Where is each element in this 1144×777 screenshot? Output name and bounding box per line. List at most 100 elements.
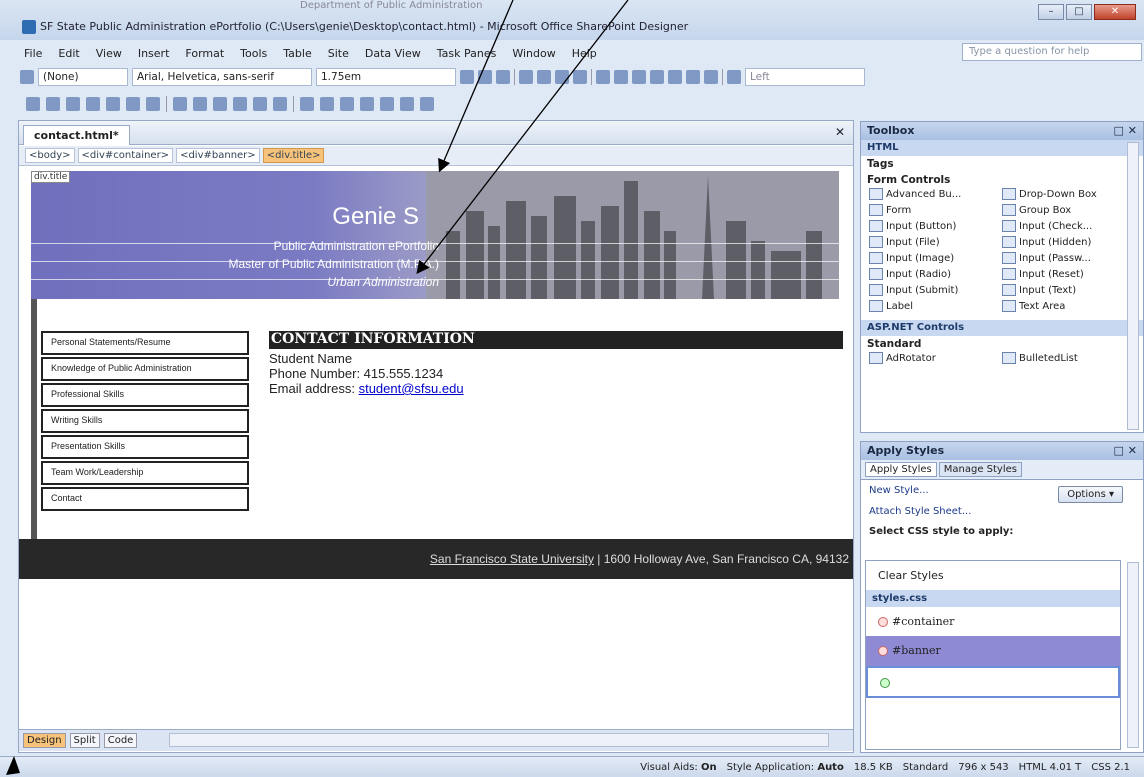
- help-icon[interactable]: [420, 97, 434, 111]
- format-painter-icon[interactable]: [233, 97, 247, 111]
- tool-input-submit[interactable]: Input (Submit): [869, 284, 1002, 296]
- tool-input-text[interactable]: Input (Text): [1002, 284, 1135, 296]
- form-controls-group[interactable]: Form Controls: [861, 172, 1143, 188]
- undo-icon[interactable]: [253, 97, 267, 111]
- insert-table-icon[interactable]: [300, 97, 314, 111]
- tool-input-image[interactable]: Input (Image): [869, 252, 1002, 264]
- new-page-icon[interactable]: [26, 97, 40, 111]
- toolbox-close-icon[interactable]: □ ✕: [1114, 124, 1137, 138]
- crumb-banner[interactable]: <div#banner>: [176, 148, 260, 163]
- nav-item-professional[interactable]: Professional Skills: [41, 383, 249, 407]
- visual-aids-value[interactable]: On: [701, 762, 717, 773]
- refresh-icon[interactable]: [380, 97, 394, 111]
- print-icon[interactable]: [106, 97, 120, 111]
- justify-icon[interactable]: [573, 70, 587, 84]
- font-color-icon[interactable]: [704, 70, 718, 84]
- tool-form[interactable]: Form: [869, 204, 1002, 216]
- tool-advanced-button[interactable]: Advanced Bu...: [869, 188, 1002, 200]
- menu-tools[interactable]: Tools: [238, 47, 269, 60]
- menu-site[interactable]: Site: [326, 47, 351, 60]
- tool-input-file[interactable]: Input (File): [869, 236, 1002, 248]
- find-icon[interactable]: [86, 97, 100, 111]
- design-view-button[interactable]: Design: [23, 733, 66, 748]
- clear-styles-item[interactable]: Clear Styles: [866, 561, 1120, 590]
- menu-insert[interactable]: Insert: [136, 47, 172, 60]
- size-dropdown[interactable]: 1.75em: [316, 68, 456, 86]
- bulleted-list-icon[interactable]: [614, 70, 628, 84]
- crumb-body[interactable]: <body>: [25, 148, 75, 163]
- design-canvas[interactable]: div.title Genie S Public Administration …: [19, 167, 853, 727]
- menu-edit[interactable]: Edit: [56, 47, 81, 60]
- tab-manage-styles[interactable]: Manage Styles: [938, 462, 1022, 477]
- outdent-icon[interactable]: [632, 70, 646, 84]
- nav-item-teamwork[interactable]: Team Work/Leadership: [41, 461, 249, 485]
- insert-layer-icon[interactable]: [320, 97, 334, 111]
- style-container[interactable]: #container: [866, 607, 1120, 636]
- borders-icon[interactable]: [668, 70, 682, 84]
- standard-group[interactable]: Standard: [861, 336, 1143, 352]
- style-banner[interactable]: #banner: [866, 636, 1120, 666]
- close-document-icon[interactable]: ✕: [835, 125, 845, 139]
- menu-table[interactable]: Table: [281, 47, 313, 60]
- menu-view[interactable]: View: [94, 47, 124, 60]
- toolbox-scrollbar[interactable]: [1127, 142, 1139, 430]
- underline-icon[interactable]: [496, 70, 510, 84]
- tool-bulletedlist[interactable]: BulletedList: [1002, 352, 1135, 364]
- hyperlink-icon[interactable]: [360, 97, 374, 111]
- nav-item-contact[interactable]: Contact: [41, 487, 249, 511]
- align-center-icon[interactable]: [537, 70, 551, 84]
- code-view-button[interactable]: Code: [103, 733, 138, 748]
- tab-contact-html[interactable]: contact.html*: [23, 125, 130, 145]
- preview-icon[interactable]: [126, 97, 140, 111]
- align-right-icon[interactable]: [555, 70, 569, 84]
- paste-icon[interactable]: [213, 97, 227, 111]
- maximize-button[interactable]: □: [1066, 4, 1092, 20]
- menu-window[interactable]: Window: [510, 47, 557, 60]
- footer-university-link[interactable]: San Francisco State University: [430, 552, 594, 566]
- html-section[interactable]: HTML: [861, 140, 1143, 156]
- style-application-value[interactable]: Auto: [817, 762, 844, 773]
- close-button[interactable]: ✕: [1094, 4, 1136, 20]
- attach-style-sheet-link[interactable]: Attach Style Sheet...: [861, 501, 1143, 522]
- menu-task-panes[interactable]: Task Panes: [435, 47, 499, 60]
- tool-input-password[interactable]: Input (Passw...: [1002, 252, 1135, 264]
- tags-group[interactable]: Tags: [861, 156, 1143, 172]
- open-icon[interactable]: [46, 97, 60, 111]
- style-selected-empty[interactable]: [866, 666, 1120, 698]
- page-dimensions[interactable]: 796 x 543: [958, 762, 1008, 773]
- insert-picture-icon[interactable]: [340, 97, 354, 111]
- cut-icon[interactable]: [173, 97, 187, 111]
- options-button[interactable]: Options ▾: [1058, 486, 1123, 503]
- minimize-button[interactable]: –: [1038, 4, 1064, 20]
- nav-item-knowledge[interactable]: Knowledge of Public Administration: [41, 357, 249, 381]
- doctype-schema[interactable]: HTML 4.01 T: [1019, 762, 1082, 773]
- tool-text-area[interactable]: Text Area: [1002, 300, 1135, 312]
- align-left-icon[interactable]: [519, 70, 533, 84]
- horizontal-scrollbar[interactable]: [169, 733, 829, 747]
- save-icon[interactable]: [66, 97, 80, 111]
- nav-item-presentation[interactable]: Presentation Skills: [41, 435, 249, 459]
- style-list-scrollbar[interactable]: [1127, 562, 1139, 748]
- menu-data-view[interactable]: Data View: [363, 47, 423, 60]
- highlight-icon[interactable]: [686, 70, 700, 84]
- bold-icon[interactable]: [460, 70, 474, 84]
- tool-input-hidden[interactable]: Input (Hidden): [1002, 236, 1135, 248]
- aspnet-section[interactable]: ASP.NET Controls: [861, 320, 1143, 336]
- tool-group-box[interactable]: Group Box: [1002, 204, 1135, 216]
- menu-file[interactable]: File: [22, 47, 44, 60]
- position-field[interactable]: Left: [745, 68, 865, 86]
- split-view-button[interactable]: Split: [69, 733, 100, 748]
- nav-item-writing[interactable]: Writing Skills: [41, 409, 249, 433]
- tab-apply-styles[interactable]: Apply Styles: [865, 462, 937, 477]
- crumb-title[interactable]: <div.title>: [262, 148, 325, 163]
- tool-adrotator[interactable]: AdRotator: [869, 352, 1002, 364]
- font-dropdown[interactable]: Arial, Helvetica, sans-serif: [132, 68, 312, 86]
- spelling-icon[interactable]: [146, 97, 160, 111]
- page-banner[interactable]: div.title Genie S Public Administration …: [31, 171, 839, 299]
- css-version[interactable]: CSS 2.1: [1091, 762, 1130, 773]
- tool-drop-down-box[interactable]: Drop-Down Box: [1002, 188, 1135, 200]
- tool-input-checkbox[interactable]: Input (Check...: [1002, 220, 1135, 232]
- nav-item-resume[interactable]: Personal Statements/Resume: [41, 331, 249, 355]
- help-search-input[interactable]: Type a question for help: [962, 43, 1142, 61]
- position-icon[interactable]: [727, 70, 741, 84]
